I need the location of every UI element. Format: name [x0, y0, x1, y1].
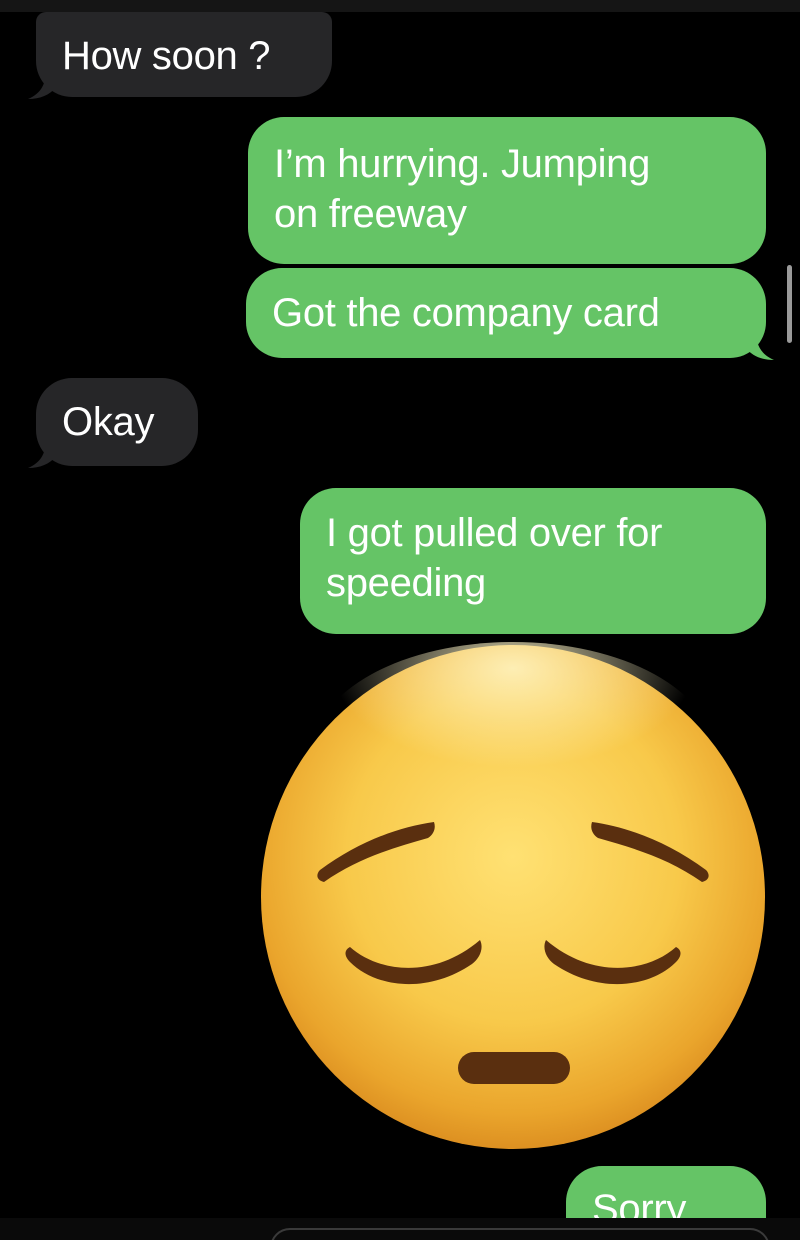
message-text: How soon ?: [62, 34, 271, 78]
message-bubble-outgoing[interactable]: I got pulled over for speeding: [300, 488, 766, 634]
message-input[interactable]: [270, 1228, 770, 1240]
scrollbar[interactable]: [787, 265, 792, 343]
message-text: Got the company card: [272, 291, 660, 335]
message-bubble-incoming[interactable]: Okay: [28, 378, 198, 468]
message-text: Okay: [62, 400, 155, 444]
message-bubble-incoming[interactable]: How soon ?: [28, 12, 332, 99]
message-text-line: I’m hurrying. Jumping: [274, 142, 651, 186]
message-text-line: I got pulled over for: [326, 511, 663, 555]
pensive-face-emoji-icon[interactable]: [258, 642, 768, 1152]
message-bubble-outgoing[interactable]: I’m hurrying. Jumping on freeway: [248, 117, 766, 264]
bubble-tail-icon: [746, 330, 774, 360]
message-bubble-outgoing[interactable]: Got the company card: [246, 268, 774, 360]
bubble-tail-icon: [28, 438, 56, 468]
message-text-line: on freeway: [274, 192, 467, 236]
message-text-line: speeding: [326, 561, 486, 605]
bubble-tail-icon: [28, 69, 56, 99]
status-bar-edge: [0, 0, 800, 12]
